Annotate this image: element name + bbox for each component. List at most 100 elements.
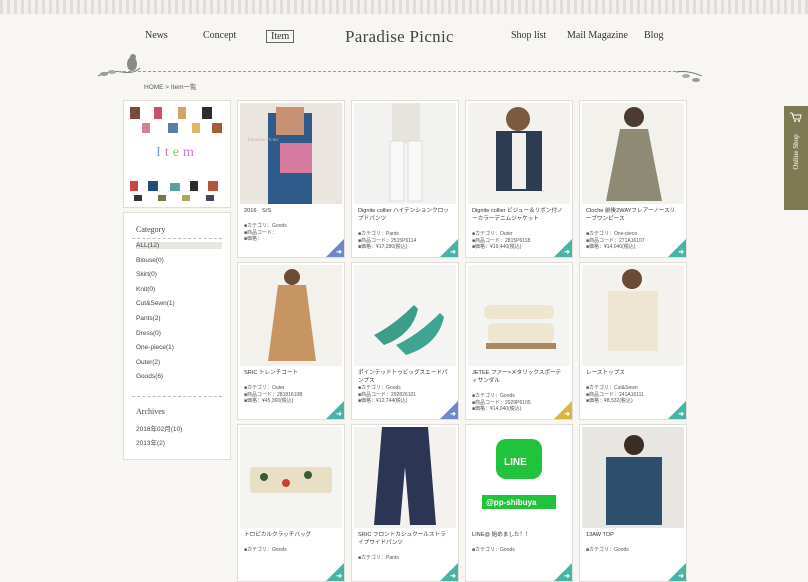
- product-meta: ■カテゴリ：Goods: [586, 547, 629, 554]
- product-image[interactable]: [582, 103, 684, 204]
- product-card[interactable]: トロピカルクラッチバッグ ■カテゴリ：Goods ➜: [237, 424, 345, 582]
- category-item-all[interactable]: ALL(12): [136, 242, 222, 249]
- product-category: ■カテゴリ：Pants: [358, 555, 399, 561]
- product-category: ■カテゴリ：Cut&Sewn: [586, 385, 638, 391]
- product-meta: ■カテゴリ：One-piece ■商品コード：271A16107 ■価格：¥14,0…: [586, 231, 645, 251]
- product-card[interactable]: SRIC トレンチコート ■カテゴリ：Outer ■商品コード：28181610B ■…: [237, 262, 345, 420]
- svg-text:Paradise Picnic: Paradise Picnic: [248, 138, 279, 143]
- nav-mail-magazine[interactable]: Mail Magazine: [567, 30, 628, 41]
- product-card[interactable]: 13AW TOP ■カテゴリ：Goods ➜: [579, 424, 687, 582]
- lace-border: [0, 0, 808, 14]
- product-name[interactable]: SRIC トレンチコート: [244, 369, 336, 377]
- sidebar: Category ALL(12) Blouse(0) Skirt(0) Knit…: [123, 212, 231, 460]
- arrow-right-icon: ➜: [564, 249, 570, 256]
- product-name[interactable]: 13AW TOP: [586, 531, 678, 539]
- product-card[interactable]: Cloche 前後2WAYフレアーノースリーブワンピース ■カテゴリ：One-pi…: [579, 100, 687, 258]
- product-price: ■価格：¥19,440(税込): [472, 244, 522, 251]
- arrow-right-icon: ➜: [336, 411, 342, 418]
- product-image[interactable]: [582, 427, 684, 528]
- product-card[interactable]: ポインテッドトゥビッグスエードパンプス ■カテゴリ：Goods ■商品コード：292…: [351, 262, 459, 420]
- product-image[interactable]: LINE @pp-shibuya: [468, 427, 570, 528]
- product-image[interactable]: [354, 103, 456, 204]
- product-card[interactable]: Dignite collier ハイテンションクロップドパンツ ■カテゴリ：Pan…: [351, 100, 459, 258]
- product-price: ■価格：¥17,280(税込): [358, 244, 408, 251]
- product-category: ■カテゴリ：Goods: [472, 393, 515, 399]
- cart-icon: [790, 112, 802, 122]
- category-item-goods[interactable]: Goods(6): [136, 373, 163, 380]
- product-meta: ■カテゴリ：Goods ■商品コード：2929P6105 ■価格：¥14,040(税…: [472, 393, 531, 413]
- product-image[interactable]: [240, 427, 342, 528]
- product-image[interactable]: [468, 265, 570, 366]
- product-name[interactable]: ポインテッドトゥビッグスエードパンプス: [358, 369, 450, 385]
- product-category: ■カテゴリ：Outer: [244, 385, 285, 391]
- product-category: ■カテゴリ：Goods: [244, 223, 287, 229]
- divider-line: [118, 71, 686, 72]
- product-category: ■カテゴリ：One-piece: [586, 231, 638, 237]
- nav-blog[interactable]: Blog: [644, 30, 663, 41]
- nav-concept[interactable]: Concept: [203, 30, 236, 41]
- nav-news[interactable]: News: [145, 30, 168, 41]
- nav-shop-list[interactable]: Shop list: [511, 30, 546, 41]
- online-shop-tab[interactable]: Online Shop: [784, 106, 808, 210]
- category-item-onepiece[interactable]: One-piece(1): [136, 344, 174, 351]
- site-logo[interactable]: Paradise Picnic: [345, 27, 454, 47]
- bird-on-branch-icon: [97, 54, 141, 77]
- product-category: ■カテゴリ：Goods: [586, 547, 629, 553]
- archive-item[interactable]: 2013年(2): [136, 437, 165, 447]
- product-name[interactable]: SRIC フロントカシュクールストライプワイドパンツ: [358, 531, 450, 547]
- arrow-right-icon: ➜: [336, 249, 342, 256]
- product-price: ■価格：¥8,532(税込): [586, 398, 633, 405]
- product-card[interactable]: LINE @pp-shibuya LINE@ 始めました！！ ■カテゴリ：Goods ➜: [465, 424, 573, 582]
- category-item-cutsewn[interactable]: Cut&Sewn(1): [136, 300, 175, 307]
- product-price: ■価格：¥14,040(税込): [586, 244, 636, 251]
- product-name[interactable]: トロピカルクラッチバッグ: [244, 531, 336, 539]
- nav-item[interactable]: Item: [266, 30, 295, 43]
- product-card[interactable]: Dignite collier ビジュー＆リボン付ノーカラーデニムジャケット ■カ…: [465, 100, 573, 258]
- product-name[interactable]: JETEE ファー×メタリックスポーティサンダル: [472, 369, 564, 385]
- product-category: ■カテゴリ：Goods: [472, 547, 515, 553]
- product-category: ■カテゴリ：Goods: [244, 547, 287, 553]
- arrow-right-icon: ➜: [678, 411, 684, 418]
- category-item-outer[interactable]: Outer(2): [136, 359, 160, 366]
- product-card[interactable]: SRIC フロントカシュクールストライプワイドパンツ ■カテゴリ：Pants ➜: [351, 424, 459, 582]
- item-banner-title: Item: [156, 145, 198, 160]
- product-image[interactable]: [468, 103, 570, 204]
- product-name[interactable]: 2016 S/S: [244, 207, 336, 215]
- category-item-skirt[interactable]: Skirt(0): [136, 271, 157, 278]
- product-image[interactable]: [354, 427, 456, 528]
- product-name[interactable]: Dignite collier ビジュー＆リボン付ノーカラーデニムジャケット: [472, 207, 564, 223]
- product-name[interactable]: Cloche 前後2WAYフレアーノースリーブワンピース: [586, 207, 678, 223]
- product-price: ■価格：: [244, 236, 263, 243]
- category-item-pants[interactable]: Pants(2): [136, 315, 161, 322]
- product-image[interactable]: [582, 265, 684, 366]
- arrow-right-icon: ➜: [450, 573, 456, 580]
- archive-item[interactable]: 2016年02月(10): [136, 423, 182, 433]
- sidebar-divider: [132, 396, 222, 397]
- archives-heading: Archives: [136, 407, 165, 416]
- product-price: ■価格：¥14,040(税込): [472, 406, 522, 413]
- product-card[interactable]: Paradise Picnic 2016 S/S ■カテゴリ：Goods ■商品コード…: [237, 100, 345, 258]
- product-image[interactable]: [354, 265, 456, 366]
- arrow-right-icon: ➜: [450, 411, 456, 418]
- product-meta: ■カテゴリ：Outer ■商品コード：28181610B ■価格：¥45,360(税…: [244, 385, 303, 405]
- product-category: ■カテゴリ：Goods: [358, 385, 401, 391]
- product-price: ■価格：¥45,360(税込): [244, 398, 294, 405]
- sidebar-divider: [132, 238, 222, 239]
- category-item-dress[interactable]: Dress(0): [136, 330, 161, 337]
- product-category: ■カテゴリ：Outer: [472, 231, 513, 237]
- category-item-knit[interactable]: Knit(0): [136, 286, 155, 293]
- product-name[interactable]: Dignite collier ハイテンションクロップドパンツ: [358, 207, 450, 223]
- product-image[interactable]: [240, 265, 342, 366]
- product-image[interactable]: Paradise Picnic: [240, 103, 342, 204]
- product-meta: ■カテゴリ：Outer ■商品コード：2815P6118 ■価格：¥19,440(税…: [472, 231, 530, 251]
- category-item-blouse[interactable]: Blouse(0): [136, 257, 164, 264]
- arrow-right-icon: ➜: [336, 573, 342, 580]
- product-card[interactable]: レーストップス ■カテゴリ：Cut&Sewn ■商品コード：241A16111 ■価格…: [579, 262, 687, 420]
- product-name[interactable]: レーストップス: [586, 369, 678, 377]
- product-card[interactable]: JETEE ファー×メタリックスポーティサンダル ■カテゴリ：Goods ■商品コー…: [465, 262, 573, 420]
- item-banner: Item: [123, 100, 231, 208]
- arrow-right-icon: ➜: [564, 573, 570, 580]
- arrow-right-icon: ➜: [450, 249, 456, 256]
- product-name[interactable]: LINE@ 始めました！！: [472, 531, 564, 539]
- category-heading: Category: [136, 225, 166, 234]
